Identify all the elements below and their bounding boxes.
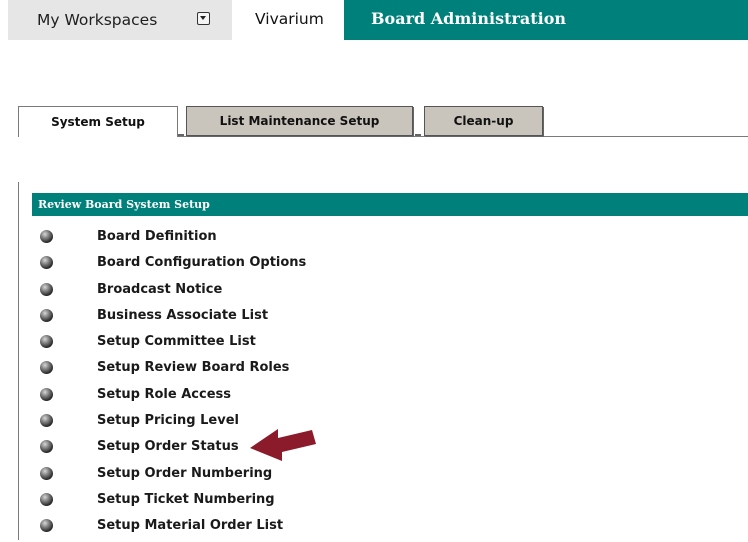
- menu-link-setup-order-status[interactable]: Setup Order Status: [97, 439, 239, 454]
- menu-link-board-configuration-options[interactable]: Board Configuration Options: [97, 255, 306, 270]
- tool-tab-board-administration[interactable]: Board Administration: [344, 0, 748, 40]
- tool-label: Board Administration: [371, 9, 567, 28]
- site-tab-vivarium[interactable]: Vivarium: [232, 0, 344, 40]
- bullet-icon: [40, 414, 53, 428]
- tab-list-maintenance-setup[interactable]: List Maintenance Setup: [186, 106, 413, 136]
- tab-separator: [415, 134, 421, 136]
- menu-link-broadcast-notice[interactable]: Broadcast Notice: [97, 282, 222, 297]
- tab-clean-up[interactable]: Clean-up: [424, 106, 543, 136]
- my-workspaces-tab[interactable]: My Workspaces: [8, 0, 232, 40]
- arrow-shape: [250, 429, 316, 461]
- site-label: Vivarium: [255, 10, 324, 28]
- bullet-icon: [40, 256, 53, 270]
- chevron-down-icon[interactable]: [197, 12, 210, 25]
- menu-link-setup-role-access[interactable]: Setup Role Access: [97, 387, 231, 402]
- menu-link-setup-review-board-roles[interactable]: Setup Review Board Roles: [97, 360, 289, 375]
- panel-left-border: [18, 182, 19, 540]
- tab-system-setup[interactable]: System Setup: [18, 106, 178, 137]
- bullet-icon: [40, 361, 53, 375]
- my-workspaces-label: My Workspaces: [37, 11, 158, 29]
- setup-tabs: System Setup List Maintenance Setup Clea…: [18, 106, 748, 140]
- bullet-icon: [40, 440, 53, 454]
- arrow-icon: [250, 429, 316, 461]
- bullet-icon: [40, 282, 53, 296]
- menu-link-setup-ticket-numbering[interactable]: Setup Ticket Numbering: [97, 492, 275, 507]
- bullet-icon: [40, 387, 53, 401]
- menu-link-setup-material-order-list[interactable]: Setup Material Order List: [97, 518, 283, 533]
- bullet-icon: [40, 230, 53, 243]
- bullet-icon: [40, 466, 53, 480]
- panel-title: Review Board System Setup: [38, 198, 210, 211]
- menu-link-setup-order-numbering[interactable]: Setup Order Numbering: [97, 466, 272, 481]
- bullet-icon: [40, 308, 53, 322]
- panel-header: Review Board System Setup: [32, 193, 748, 216]
- menu-link-business-associate-list[interactable]: Business Associate List: [97, 308, 268, 323]
- menu-link-board-definition[interactable]: Board Definition: [97, 229, 217, 244]
- menu-link-setup-committee-list[interactable]: Setup Committee List: [97, 334, 256, 349]
- tab-separator: [178, 134, 184, 136]
- bullet-icon: [40, 492, 53, 506]
- bullet-icon: [40, 335, 53, 349]
- menu-link-setup-pricing-level[interactable]: Setup Pricing Level: [97, 413, 239, 428]
- bullet-icon: [40, 519, 53, 533]
- top-navigation: My Workspaces Vivarium Board Administrat…: [0, 0, 748, 40]
